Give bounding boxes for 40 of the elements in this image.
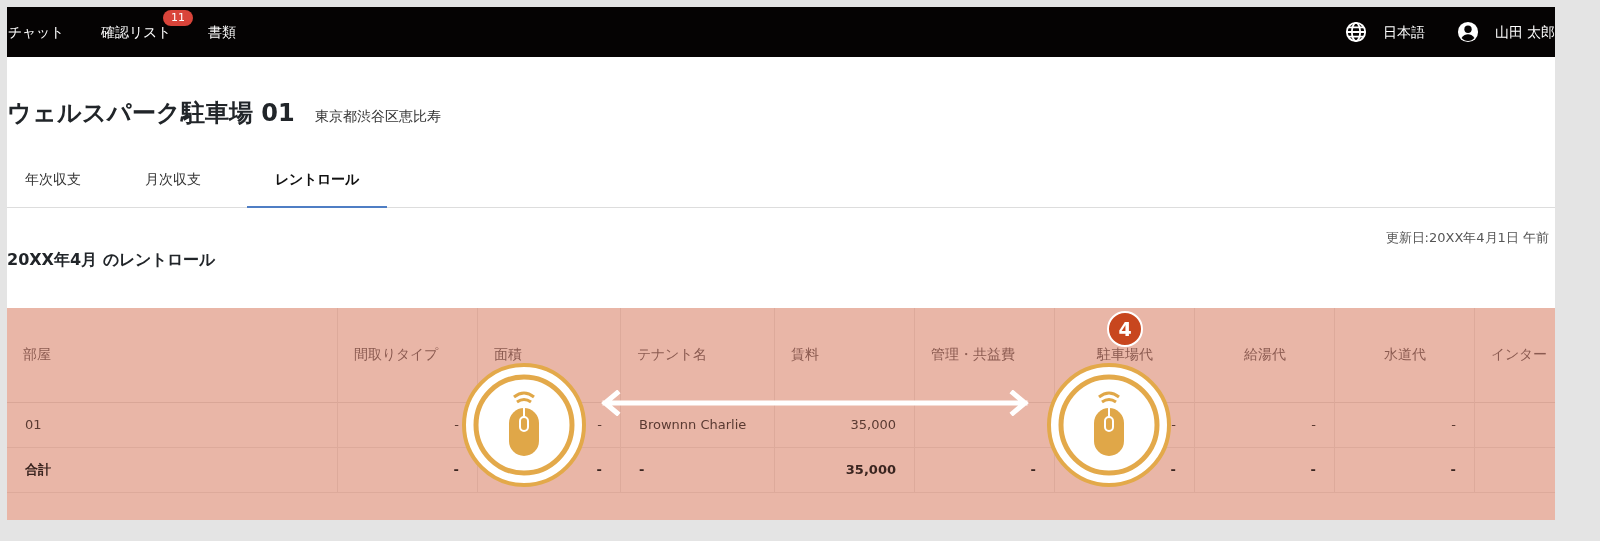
updated-date: 更新日:20XX年4月1日 午前 <box>1385 229 1549 247</box>
table-cell-text: 合計 <box>25 460 51 479</box>
table-cell-text: - <box>1311 415 1316 434</box>
table-cell-text: - <box>1450 460 1456 479</box>
tab[interactable]: 年次収支 <box>7 153 127 208</box>
language-link[interactable]: 日本語 <box>1382 21 1425 43</box>
table-cell-text: - <box>453 460 459 479</box>
column-header: テナント名 <box>621 307 775 403</box>
table-cell-text: - <box>1030 460 1036 479</box>
column-header: 水道代 <box>1335 307 1475 403</box>
table-cell-text: - <box>639 460 645 479</box>
nav-link[interactable]: 書類 <box>208 21 236 43</box>
column-header: 賃料 <box>775 307 915 403</box>
count-badge: 11 <box>163 9 193 26</box>
table-cell-text: - <box>1170 460 1176 479</box>
mouse-icon <box>462 363 586 487</box>
section-heading: 20XX年4月 のレントロール <box>7 249 215 269</box>
table-cell-text: - <box>596 460 602 479</box>
table-cell-text: 35,000 <box>850 415 896 434</box>
table-cell-text: - <box>597 415 602 434</box>
globe-icon[interactable] <box>1344 21 1367 43</box>
table-cell-text: 35,000 <box>845 460 896 479</box>
table-cell-text: Brownnn Charlie <box>639 415 747 434</box>
address: 東京都渋谷区恵比寿 <box>314 107 441 126</box>
column-header: 部屋 <box>7 307 338 403</box>
nav-link[interactable]: 確認リスト <box>101 23 171 40</box>
mouse-icon <box>1047 363 1171 487</box>
table-cell-text: - <box>1171 415 1176 434</box>
table-cell-text: - <box>1310 460 1316 479</box>
user-name[interactable]: 山田 太郎 <box>1494 21 1555 43</box>
column-header: 給湯代 <box>1195 307 1335 403</box>
table-cell-text: - <box>454 415 459 434</box>
column-header: インター <box>1475 307 1555 403</box>
table-cell-text: - <box>1451 415 1456 434</box>
nav-link[interactable]: チャット <box>8 21 64 43</box>
tab[interactable]: レントロール <box>247 153 387 208</box>
table-cell-text: 01 <box>25 415 42 434</box>
user-icon[interactable] <box>1456 21 1479 43</box>
tab[interactable]: 月次収支 <box>127 153 247 208</box>
page-title: ウェルスパーク駐車場 01 <box>7 98 295 129</box>
